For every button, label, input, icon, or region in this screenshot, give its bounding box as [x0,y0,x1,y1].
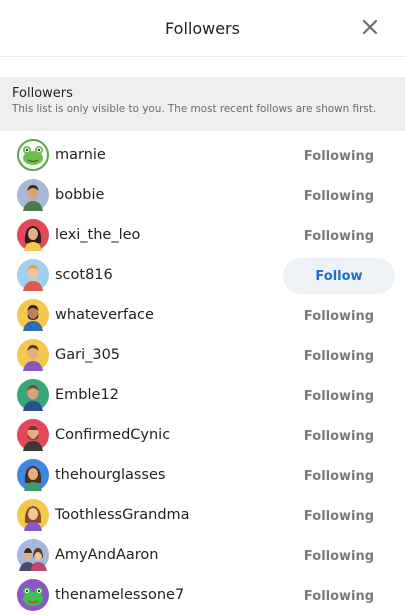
notice-description: This list is only visible to you. The mo… [12,103,377,115]
dialog-title: Followers [165,18,240,38]
following-button[interactable]: Following [283,138,395,174]
follower-row[interactable]: lexi_the_leo Following [0,215,405,255]
follower-username[interactable]: marnie [55,145,106,165]
follower-username[interactable]: AmyAndAaron [55,545,158,565]
man-avatar-icon[interactable] [17,259,49,291]
following-button[interactable]: Following [283,498,395,534]
following-button[interactable]: Following [283,338,395,374]
bearded-man-avatar-icon[interactable] [17,299,49,331]
following-button[interactable]: Following [283,378,395,414]
woman-avatar-icon[interactable] [17,459,49,491]
following-button[interactable]: Following [283,418,395,454]
follower-username[interactable]: scot816 [55,265,113,285]
follower-username[interactable]: ToothlessGrandma [55,505,190,525]
follower-row[interactable]: ConfirmedCynic Following [0,415,405,455]
follower-row[interactable]: Emble12 Following [0,375,405,415]
woman-avatar-icon[interactable] [17,219,49,251]
follower-row[interactable]: whateverface Following [0,295,405,335]
follower-username[interactable]: ConfirmedCynic [55,425,170,445]
couple-avatar-icon[interactable] [17,539,49,571]
following-button[interactable]: Following [283,178,395,214]
following-button[interactable]: Following [283,298,395,334]
follower-username[interactable]: Gari_305 [55,345,120,365]
follower-row[interactable]: AmyAndAaron Following [0,535,405,575]
man-avatar-icon[interactable] [17,379,49,411]
bearded-man-avatar-icon[interactable] [17,419,49,451]
notice-title: Followers [12,86,73,101]
follower-username[interactable]: lexi_the_leo [55,225,140,245]
follower-row[interactable]: ToothlessGrandma Following [0,495,405,535]
follower-username[interactable]: whateverface [55,305,154,325]
follow-button[interactable]: Follow [283,258,395,294]
followers-list: marnie Following bobbie Following lexi_t… [0,135,405,615]
woman-avatar-icon[interactable] [17,499,49,531]
follower-row[interactable]: marnie Following [0,135,405,175]
frog-avatar-icon[interactable] [17,139,49,171]
man-avatar-icon[interactable] [17,339,49,371]
dialog-header: Followers [0,0,405,57]
follower-username[interactable]: Emble12 [55,385,119,405]
visibility-notice: Followers This list is only visible to y… [0,77,405,131]
follower-row[interactable]: bobbie Following [0,175,405,215]
follower-row[interactable]: Gari_305 Following [0,335,405,375]
man-avatar-icon[interactable] [17,179,49,211]
following-button[interactable]: Following [283,218,395,254]
following-button[interactable]: Following [283,538,395,574]
frog-avatar-icon[interactable] [17,579,49,611]
follower-username[interactable]: thenamelessone7 [55,585,184,605]
close-icon [362,19,378,35]
close-button[interactable] [359,16,381,38]
follower-username[interactable]: thehourglasses [55,465,165,485]
follower-row[interactable]: thehourglasses Following [0,455,405,495]
follower-row[interactable]: scot816 Follow [0,255,405,295]
follower-username[interactable]: bobbie [55,185,104,205]
follower-row[interactable]: thenamelessone7 Following [0,575,405,615]
following-button[interactable]: Following [283,578,395,614]
following-button[interactable]: Following [283,458,395,494]
